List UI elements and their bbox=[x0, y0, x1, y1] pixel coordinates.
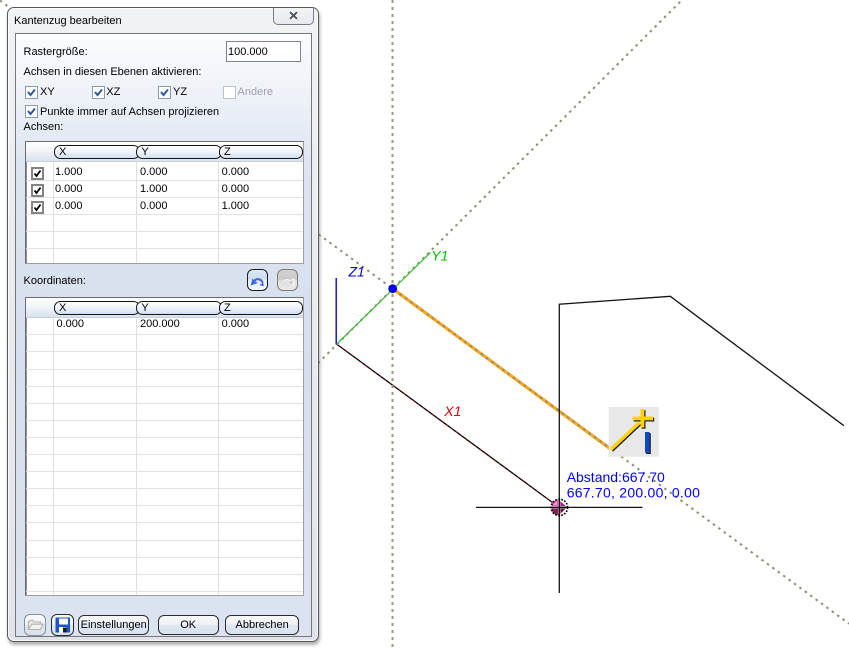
svg-text:Z1: Z1 bbox=[348, 263, 365, 279]
svg-text:Y1: Y1 bbox=[431, 247, 448, 263]
svg-text:667.70, 200.00, 0.00: 667.70, 200.00, 0.00 bbox=[567, 485, 700, 501]
svg-text:X1: X1 bbox=[443, 403, 461, 419]
svg-text:Abstand:667.70: Abstand:667.70 bbox=[567, 469, 665, 485]
